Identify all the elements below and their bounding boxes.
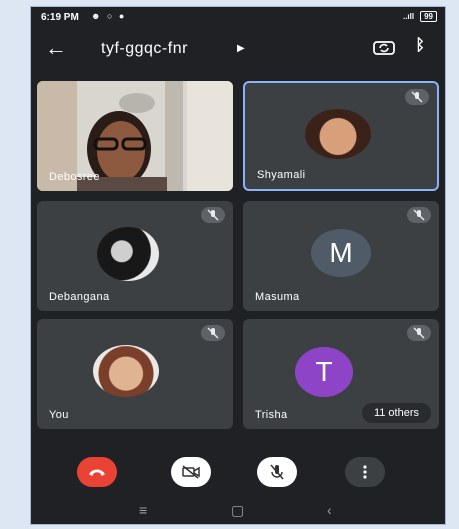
participant-avatar-letter: T bbox=[295, 347, 353, 397]
bluetooth-icon[interactable]: ᛒ bbox=[415, 37, 425, 55]
end-call-button[interactable] bbox=[77, 457, 117, 487]
participant-photo bbox=[305, 109, 371, 159]
mic-off-icon bbox=[407, 325, 431, 341]
switch-camera-icon[interactable] bbox=[373, 40, 395, 56]
participant-name: You bbox=[49, 409, 69, 421]
meeting-code[interactable]: tyf-ggqc-fnr bbox=[101, 40, 188, 58]
participant-name: Masuma bbox=[255, 291, 300, 303]
others-chip[interactable]: 11 others bbox=[361, 403, 431, 423]
android-nav-bar: ≡ ▢ ‹ bbox=[31, 496, 445, 524]
recent-apps-icon[interactable]: ≡ bbox=[139, 502, 147, 518]
participant-tile[interactable]: Shyamali bbox=[243, 81, 439, 191]
battery-icon: 99 bbox=[420, 11, 437, 22]
call-controls bbox=[31, 457, 445, 497]
hangup-icon bbox=[89, 469, 105, 476]
participant-avatar-letter: M bbox=[311, 229, 371, 277]
mic-off-icon bbox=[407, 207, 431, 223]
meet-screen: 6:19 PM ☻ ○ ● ..ıll 99 ← tyf-ggqc-fnr ▶ … bbox=[30, 6, 446, 525]
status-time: 6:19 PM bbox=[41, 12, 79, 23]
participant-name: Shyamali bbox=[257, 169, 306, 181]
participant-photo bbox=[97, 227, 159, 281]
mic-off-icon bbox=[270, 464, 284, 480]
notification-icons: ☻ ○ ● bbox=[91, 11, 127, 21]
mic-off-icon bbox=[201, 207, 225, 223]
camera-toggle-button[interactable] bbox=[171, 457, 211, 487]
signal-icon: ..ıll bbox=[402, 12, 415, 21]
chevron-right-icon[interactable]: ▶ bbox=[237, 43, 245, 54]
more-options-button[interactable] bbox=[345, 457, 385, 487]
more-vert-icon bbox=[363, 465, 367, 479]
mic-off-icon bbox=[201, 325, 225, 341]
home-icon[interactable]: ▢ bbox=[231, 502, 244, 519]
back-arrow-icon[interactable]: ← bbox=[45, 35, 67, 61]
mic-off-icon bbox=[405, 89, 429, 105]
mic-toggle-button[interactable] bbox=[257, 457, 297, 487]
participant-name: Debangana bbox=[49, 291, 110, 303]
participant-tile[interactable]: M Masuma bbox=[243, 201, 439, 311]
nav-back-icon[interactable]: ‹ bbox=[327, 502, 332, 518]
status-right: ..ıll 99 bbox=[403, 11, 437, 22]
participant-photo bbox=[93, 345, 159, 397]
participant-tile[interactable]: T Trisha 11 others bbox=[243, 319, 439, 429]
participant-name: Debosree bbox=[49, 171, 100, 183]
participant-tile[interactable]: Debangana bbox=[37, 201, 233, 311]
camera-off-icon bbox=[182, 465, 200, 479]
meeting-header: ← tyf-ggqc-fnr ▶ ᛒ bbox=[31, 29, 445, 69]
participant-name: Trisha bbox=[255, 409, 288, 421]
status-bar: 6:19 PM ☻ ○ ● ..ıll 99 bbox=[31, 7, 445, 27]
participant-tile[interactable]: Debosree bbox=[37, 81, 233, 191]
participant-tile[interactable]: You bbox=[37, 319, 233, 429]
